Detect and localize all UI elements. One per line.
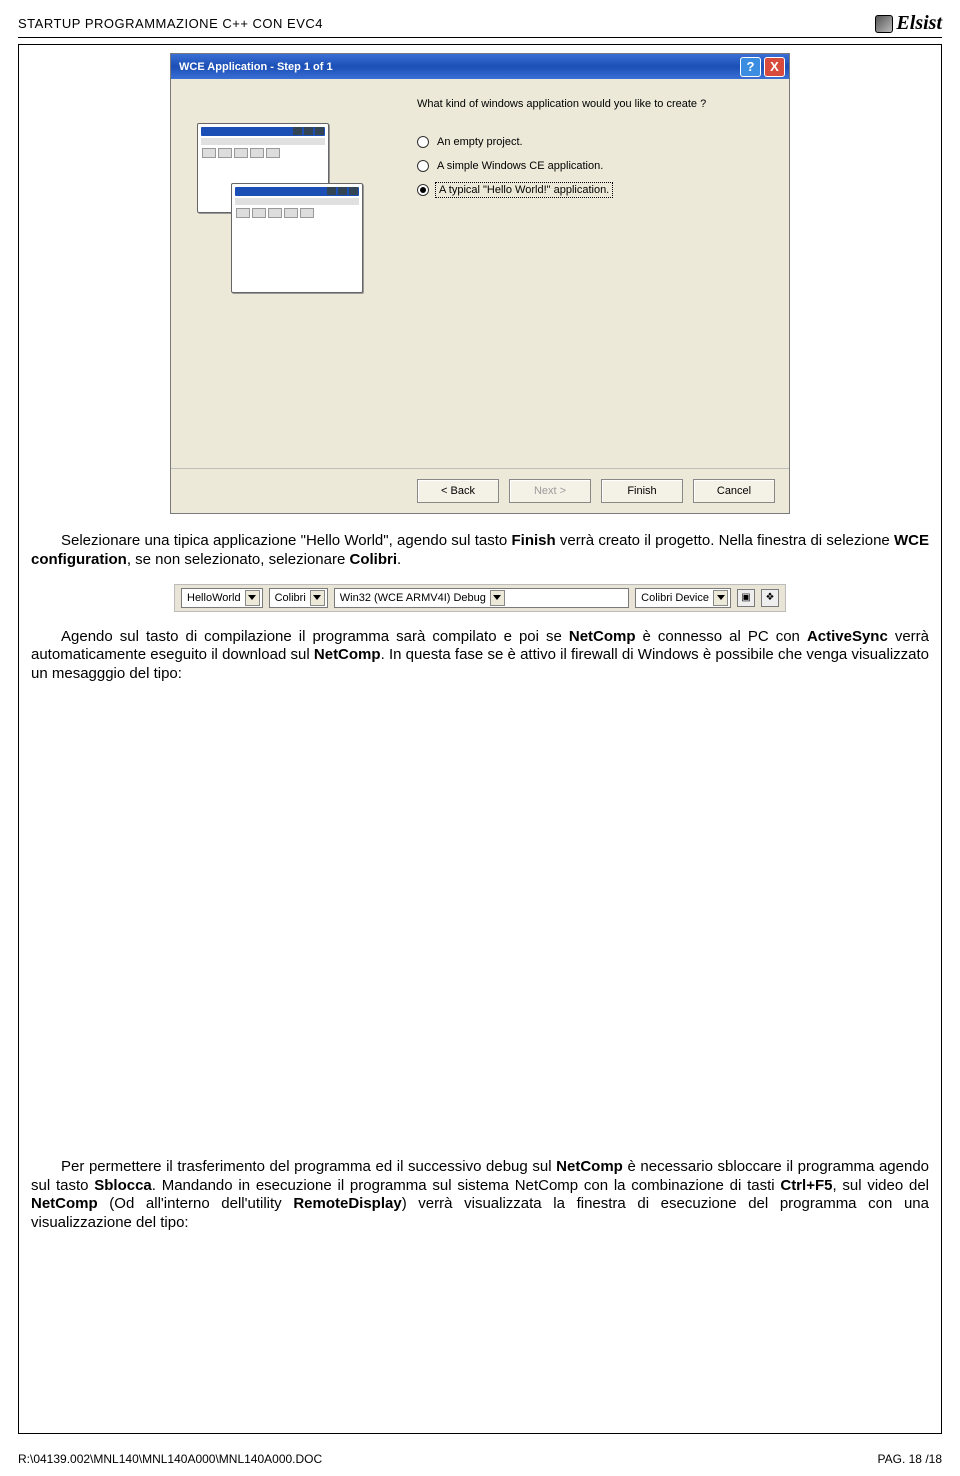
wizard-options: What kind of windows application would y… [417, 97, 773, 454]
radio-label: A simple Windows CE application. [437, 160, 603, 172]
combo-value: Win32 (WCE ARMV4I) Debug [340, 592, 486, 604]
chevron-down-icon [490, 590, 505, 606]
radio-empty-project[interactable]: An empty project. [417, 134, 773, 150]
logo-text: Elsist [896, 12, 942, 35]
project-combo[interactable]: HelloWorld [181, 588, 263, 608]
preview-pane [187, 97, 417, 454]
doc-title: STARTUP PROGRAMMAZIONE C++ CON EVC4 [18, 16, 323, 31]
next-button[interactable]: Next > [509, 479, 591, 503]
logo: Elsist [875, 12, 942, 35]
paragraph-2: Agendo sul tasto di compilazione il prog… [31, 628, 929, 684]
wizard-body: What kind of windows application would y… [171, 79, 789, 469]
page-footer: R:\04139.002\MNL140\MNL140A000\MNL140A00… [18, 1452, 942, 1466]
cancel-button[interactable]: Cancel [693, 479, 775, 503]
page-header: STARTUP PROGRAMMAZIONE C++ CON EVC4 Elsi… [18, 12, 942, 38]
config-toolbar: HelloWorld Colibri Win32 (WCE ARMV4I) De… [174, 584, 786, 612]
wizard-prompt: What kind of windows application would y… [417, 97, 773, 112]
close-icon[interactable]: X [764, 57, 785, 77]
radio-label: An empty project. [437, 136, 523, 148]
config-combo[interactable]: Win32 (WCE ARMV4I) Debug [334, 588, 629, 608]
combo-value: HelloWorld [187, 592, 241, 604]
radio-hello-world[interactable]: A typical "Hello World!" application. [417, 182, 773, 198]
preview-window-icon [231, 183, 363, 293]
wizard-window: WCE Application - Step 1 of 1 ? X What k… [170, 53, 790, 514]
footer-page: PAG. 18 /18 [878, 1452, 942, 1466]
combo-value: Colibri Device [641, 592, 709, 604]
footer-path: R:\04139.002\MNL140\MNL140A000\MNL140A00… [18, 1452, 322, 1466]
chevron-down-icon [245, 590, 260, 606]
device-combo[interactable]: Colibri Device [635, 588, 731, 608]
combo-value: Colibri [275, 592, 306, 604]
platform-combo[interactable]: Colibri [269, 588, 328, 608]
deploy-icon[interactable]: ❖ [761, 589, 779, 607]
chevron-down-icon [713, 590, 728, 606]
placeholder-image-area [31, 698, 929, 1158]
wizard-title-text: WCE Application - Step 1 of 1 [179, 61, 333, 73]
radio-icon [417, 184, 429, 196]
logo-icon [875, 15, 893, 33]
finish-button[interactable]: Finish [601, 479, 683, 503]
build-icon[interactable]: ▣ [737, 589, 755, 607]
radio-icon [417, 160, 429, 172]
paragraph-1: Selezionare una tipica applicazione "Hel… [31, 532, 929, 570]
help-icon[interactable]: ? [740, 57, 761, 77]
wizard-titlebar[interactable]: WCE Application - Step 1 of 1 ? X [171, 54, 789, 79]
radio-icon [417, 136, 429, 148]
chevron-down-icon [310, 590, 325, 606]
radio-label: A typical "Hello World!" application. [437, 184, 611, 196]
back-button[interactable]: < Back [417, 479, 499, 503]
wizard-footer: < Back Next > Finish Cancel [171, 469, 789, 513]
paragraph-3: Per permettere il trasferimento del prog… [31, 1158, 929, 1233]
radio-simple-app[interactable]: A simple Windows CE application. [417, 158, 773, 174]
content-frame: WCE Application - Step 1 of 1 ? X What k… [18, 44, 942, 1434]
